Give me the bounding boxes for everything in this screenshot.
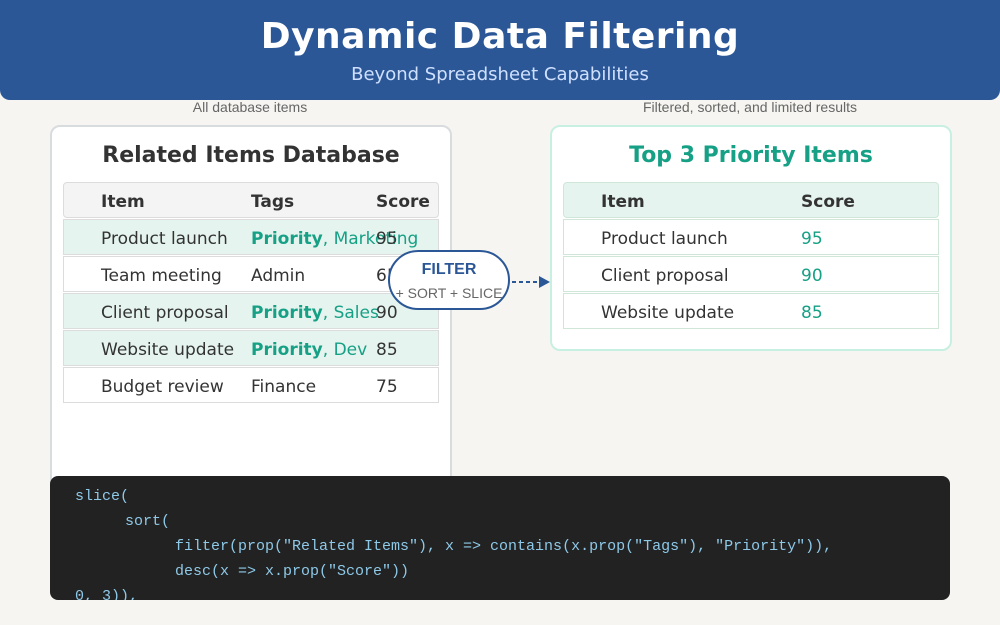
code-line: 0, 3)), bbox=[75, 588, 139, 600]
filter-operation-node: FILTER + SORT + SLICE bbox=[388, 250, 510, 310]
code-line: filter(prop("Related Items"), x => conta… bbox=[175, 538, 833, 555]
row-item: Client proposal bbox=[101, 303, 229, 323]
table-row: Client proposal Priority, Sales 90 bbox=[63, 293, 439, 329]
table-row: Team meeting Admin 65 bbox=[63, 256, 439, 292]
row-item: Client proposal bbox=[601, 266, 729, 286]
results-title: Top 3 Priority Items bbox=[629, 143, 873, 168]
database-panel: Related Items Database Item Tags Score P… bbox=[50, 125, 452, 509]
row-item: Team meeting bbox=[101, 266, 222, 286]
row-tags: Priority, Sales bbox=[251, 303, 379, 323]
results-panel: Top 3 Priority Items Item Score Product … bbox=[550, 125, 952, 351]
tag-other: , Sales bbox=[322, 303, 379, 323]
column-header-score: Score bbox=[801, 192, 855, 212]
table-row: Website update 85 bbox=[563, 293, 939, 329]
column-header-item: Item bbox=[101, 192, 145, 212]
row-item: Website update bbox=[101, 340, 235, 360]
row-tags: Finance bbox=[251, 377, 316, 397]
row-score: 95 bbox=[376, 229, 398, 249]
caption-right: Filtered, sorted, and limited results bbox=[643, 99, 857, 115]
tag-priority: Priority bbox=[251, 340, 323, 360]
tag-priority: Priority bbox=[251, 229, 323, 249]
filter-sublabel: + SORT + SLICE bbox=[395, 285, 503, 301]
row-tags: Priority, Dev bbox=[251, 340, 367, 360]
row-score: 85 bbox=[801, 303, 823, 323]
caption-left: All database items bbox=[192, 99, 308, 115]
row-score: 85 bbox=[376, 340, 398, 360]
code-line: slice( bbox=[75, 488, 130, 505]
table-row: Product launch 95 bbox=[563, 219, 939, 255]
column-header-item: Item bbox=[601, 192, 645, 212]
column-header-score: Score bbox=[376, 192, 430, 212]
row-score: 95 bbox=[801, 229, 823, 249]
table-row: Client proposal 90 bbox=[563, 256, 939, 292]
row-score: 75 bbox=[376, 377, 398, 397]
table-header: Item Score bbox=[563, 182, 939, 218]
tag-other: Admin bbox=[251, 266, 306, 286]
row-item: Product launch bbox=[601, 229, 728, 249]
code-line: desc(x => x.prop("Score")) bbox=[175, 563, 410, 580]
page-subtitle: Beyond Spreadsheet Capabilities bbox=[351, 64, 649, 85]
row-tags: Admin bbox=[251, 266, 305, 286]
tag-other: , Dev bbox=[322, 340, 368, 360]
tag-priority: Priority bbox=[251, 303, 323, 323]
row-score: 90 bbox=[801, 266, 823, 286]
tag-other: , Marketing bbox=[322, 229, 419, 249]
row-score: 90 bbox=[376, 303, 398, 323]
row-item: Website update bbox=[601, 303, 735, 323]
row-item: Budget review bbox=[101, 377, 224, 397]
table-row: Budget review Finance 75 bbox=[63, 367, 439, 403]
code-block: slice( sort( filter(prop("Related Items"… bbox=[50, 476, 950, 600]
header-banner: Dynamic Data Filtering Beyond Spreadshee… bbox=[0, 0, 1000, 100]
table-header: Item Tags Score bbox=[63, 182, 439, 218]
database-title: Related Items Database bbox=[102, 143, 400, 168]
tag-other: Finance bbox=[251, 377, 317, 397]
flow-arrow-icon bbox=[512, 276, 550, 288]
table-row: Website update Priority, Dev 85 bbox=[63, 330, 439, 366]
table-row: Product launch Priority, Marketing 95 bbox=[63, 219, 439, 255]
row-item: Product launch bbox=[101, 229, 228, 249]
code-line: sort( bbox=[125, 513, 171, 530]
filter-label: FILTER bbox=[421, 261, 477, 278]
column-header-tags: Tags bbox=[251, 192, 295, 212]
page-title: Dynamic Data Filtering bbox=[260, 16, 740, 57]
